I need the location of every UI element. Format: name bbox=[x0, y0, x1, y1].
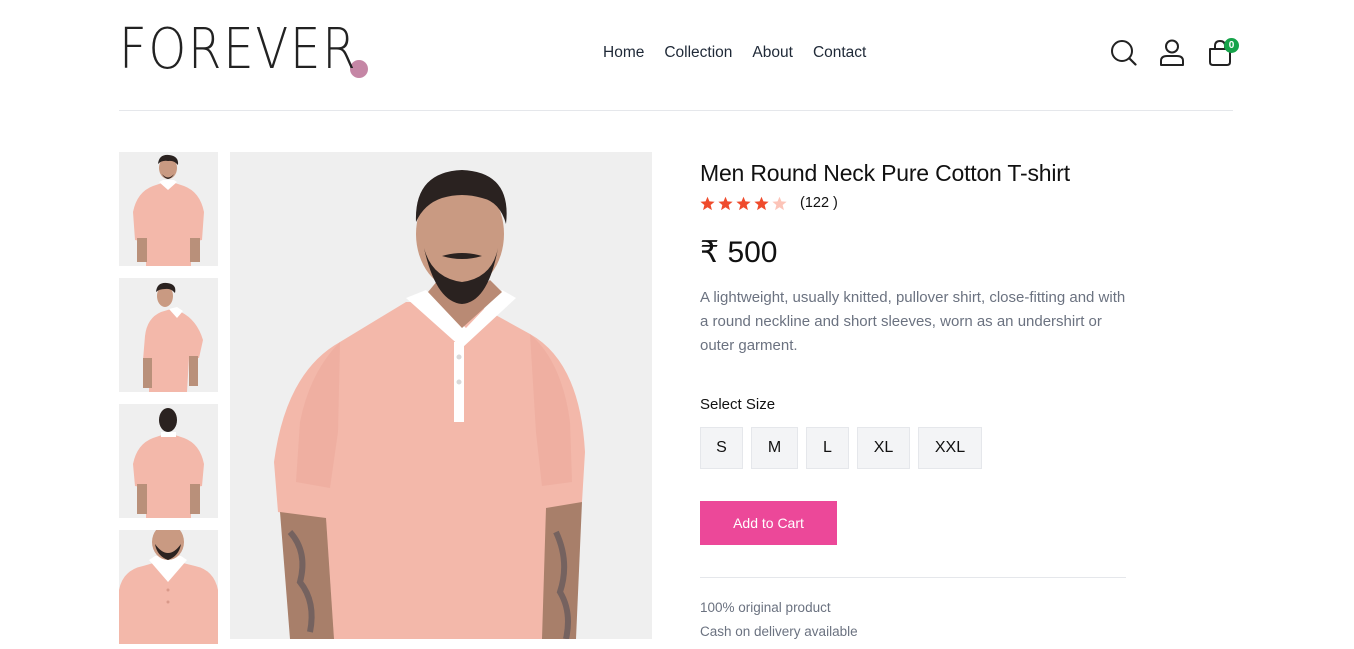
size-options: S M L XL XXL bbox=[700, 427, 1126, 469]
cart-count-badge: 0 bbox=[1224, 38, 1239, 53]
thumbnail-front[interactable] bbox=[119, 152, 218, 266]
rating: (122 ) bbox=[700, 193, 1126, 213]
policy-cod: Cash on delivery available bbox=[700, 624, 858, 639]
thumbnail-back[interactable] bbox=[119, 404, 218, 518]
thumbnail-list bbox=[119, 152, 218, 649]
user-icon[interactable] bbox=[1159, 38, 1185, 66]
nav-collection[interactable]: Collection bbox=[664, 44, 732, 62]
divider bbox=[700, 577, 1126, 578]
review-count: (122 ) bbox=[800, 195, 838, 211]
add-to-cart-button[interactable]: Add to Cart bbox=[700, 501, 837, 545]
main-nav: Home Collection About Contact bbox=[603, 44, 866, 62]
shopping-bag-icon[interactable]: 0 bbox=[1207, 38, 1239, 66]
size-option-l[interactable]: L bbox=[806, 427, 849, 469]
star-icon bbox=[736, 196, 751, 210]
main-product-image bbox=[230, 152, 652, 639]
size-label: Select Size bbox=[700, 396, 776, 413]
price: ₹ 500 bbox=[700, 235, 1126, 270]
site-header: FOREVER Home Collection About Contact 0 bbox=[119, 0, 1239, 111]
product-description: A lightweight, usually knitted, pullover… bbox=[700, 289, 1126, 354]
policy-original: 100% original product bbox=[700, 600, 831, 615]
size-option-m[interactable]: M bbox=[751, 427, 798, 469]
thumbnail-collar[interactable] bbox=[119, 530, 218, 644]
logo-text: FOREVER bbox=[119, 17, 358, 82]
star-icon bbox=[718, 196, 733, 210]
thumbnail-side[interactable] bbox=[119, 278, 218, 392]
policy-list: 100% original product Cash on delivery a… bbox=[700, 596, 1126, 644]
product-title: Men Round Neck Pure Cotton T-shirt bbox=[700, 160, 1070, 186]
nav-about[interactable]: About bbox=[752, 44, 793, 62]
search-icon[interactable] bbox=[1111, 38, 1137, 66]
size-option-s[interactable]: S bbox=[700, 427, 743, 469]
nav-contact[interactable]: Contact bbox=[813, 44, 866, 62]
star-icon bbox=[700, 196, 715, 210]
price-value: 500 bbox=[727, 236, 778, 269]
size-option-xl[interactable]: XL bbox=[857, 427, 910, 469]
currency-symbol: ₹ bbox=[700, 236, 720, 269]
nav-home[interactable]: Home bbox=[603, 44, 644, 62]
star-icon bbox=[754, 196, 769, 210]
logo[interactable]: FOREVER bbox=[119, 22, 368, 78]
header-icons: 0 bbox=[1111, 38, 1239, 66]
star-empty-icon bbox=[772, 196, 787, 210]
product-info: Men Round Neck Pure Cotton T-shirt (122 … bbox=[700, 160, 1126, 644]
size-option-xxl[interactable]: XXL bbox=[918, 427, 982, 469]
